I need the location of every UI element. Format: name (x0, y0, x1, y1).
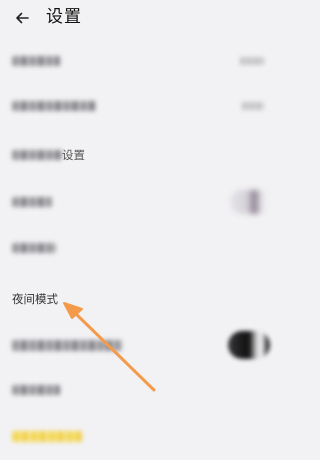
settings-row-7[interactable] (0, 322, 285, 368)
settings-row-9[interactable] (0, 414, 285, 460)
blurred-label (12, 56, 60, 66)
back-arrow-icon[interactable] (11, 7, 33, 29)
night-mode-label: 夜间模式 (12, 292, 58, 306)
toggle-switch[interactable] (228, 331, 270, 359)
blurred-value (240, 57, 264, 65)
page-title: 设置 (46, 7, 82, 27)
settings-row-3[interactable]: 设置 (0, 132, 285, 178)
settings-row-night-mode[interactable]: 夜间模式 (0, 274, 285, 320)
row-label-suffix: 设置 (62, 148, 85, 162)
blurred-label (12, 385, 60, 395)
blurred-label (12, 150, 62, 160)
toggle-switch[interactable] (230, 190, 270, 214)
settings-row-4[interactable] (0, 179, 285, 225)
blurred-label (12, 197, 52, 207)
blurred-value (242, 102, 264, 110)
blurred-highlight-label (12, 431, 82, 442)
top-bar: 设置 (0, 0, 285, 36)
settings-row-1[interactable] (0, 38, 285, 84)
blurred-label (12, 340, 122, 351)
settings-row-8[interactable] (0, 368, 285, 414)
settings-row-2[interactable] (0, 84, 285, 130)
settings-row-5[interactable] (0, 226, 285, 272)
blurred-label (12, 243, 56, 253)
blurred-label (12, 101, 96, 111)
